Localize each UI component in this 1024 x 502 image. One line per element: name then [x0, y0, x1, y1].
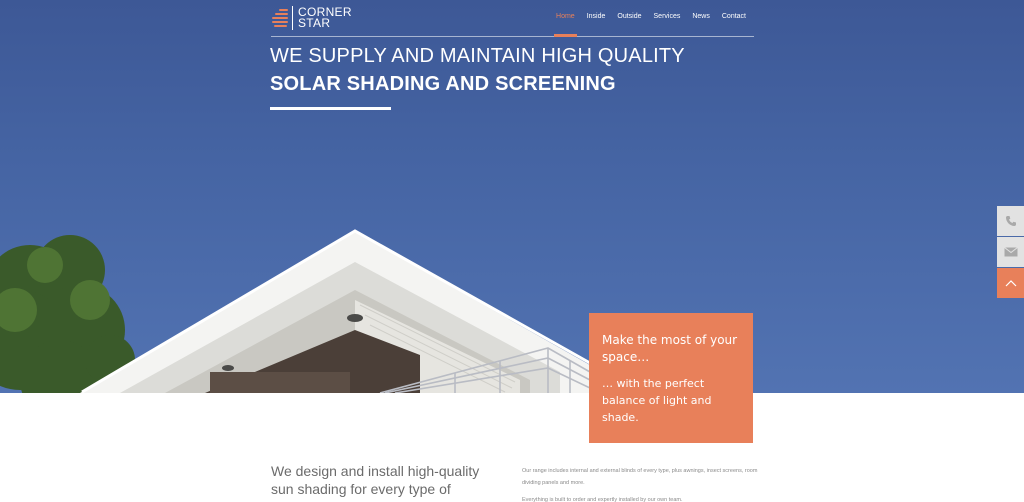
callout-body: … with the perfect balance of light and …	[602, 377, 712, 424]
logo-text: CORNER STAR	[298, 6, 352, 30]
callout-title: Make the most of your space…	[602, 333, 738, 364]
nav-news[interactable]: News	[692, 13, 710, 20]
phone-icon	[1005, 216, 1016, 226]
body-paragraph-1: Our range includes internal and external…	[522, 468, 758, 486]
logo-line-2: STAR	[298, 16, 331, 30]
hero-headline-line-2: SOLAR SHADING AND SCREENING	[270, 73, 616, 95]
side-contact-tabs	[997, 206, 1024, 299]
nav-services[interactable]: Services	[654, 13, 681, 20]
hero-banner: CORNER STAR Home Inside Outside Services…	[0, 0, 1024, 393]
site-header: CORNER STAR Home Inside Outside Services…	[271, 0, 754, 37]
nav-home[interactable]: Home	[554, 13, 577, 37]
body-paragraph-2: Everything is built to order and expertl…	[522, 497, 683, 502]
logo[interactable]: CORNER STAR	[271, 5, 352, 31]
hero-headline-line-1: WE SUPPLY AND MAINTAIN HIGH QUALITY	[270, 45, 685, 67]
nav-inside[interactable]: Inside	[587, 13, 606, 20]
chevron-up-icon	[1005, 280, 1016, 287]
side-tab-back-to-top[interactable]	[997, 268, 1024, 298]
headline-underline	[270, 107, 391, 110]
nav-contact[interactable]: Contact	[722, 13, 746, 20]
logo-divider	[292, 6, 293, 30]
page: CORNER STAR Home Inside Outside Services…	[0, 0, 1024, 502]
promo-callout: Make the most of your space… … with the …	[589, 313, 753, 443]
logo-stripes-icon	[271, 7, 288, 29]
mail-icon	[1003, 247, 1018, 257]
intro-body: Our range includes internal and external…	[522, 465, 762, 502]
main-nav: Home Inside Outside Services News Contac…	[554, 13, 746, 37]
intro-heading: We design and install high-quality sun s…	[271, 463, 480, 497]
nav-outside[interactable]: Outside	[617, 13, 641, 20]
side-tab-mail[interactable]	[997, 237, 1024, 267]
side-tab-phone[interactable]	[997, 206, 1024, 236]
